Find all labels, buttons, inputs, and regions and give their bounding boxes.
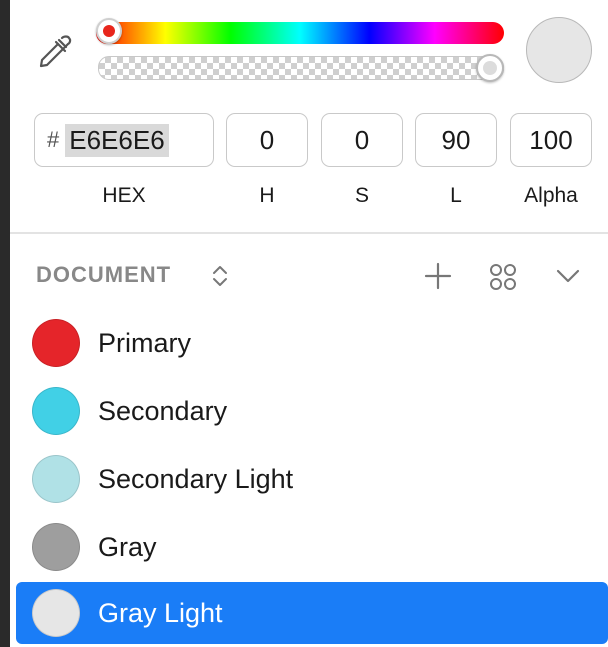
alpha-value[interactable]: 100 [529, 125, 572, 156]
saturation-label: S [354, 184, 369, 207]
color-preview-swatch [526, 17, 592, 83]
hex-input[interactable]: # E6E6E6 [34, 113, 214, 167]
hash-symbol: # [47, 127, 60, 152]
hue-input[interactable]: 0 [226, 113, 308, 167]
sort-toggle-icon[interactable] [210, 262, 230, 290]
saturation-value[interactable]: 0 [355, 125, 369, 156]
lightness-label: L [450, 184, 462, 207]
alpha-slider[interactable] [98, 56, 504, 80]
color-picker-panel: # E6E6E6 0 0 90 100 HEX H S L Alpha DOCU… [10, 0, 608, 647]
lightness-input[interactable]: 90 [415, 113, 497, 167]
swatch-row-primary[interactable]: Primary [16, 312, 608, 374]
swatch-name: Gray [98, 531, 157, 562]
hue-value[interactable]: 0 [260, 125, 274, 156]
eyedropper-icon[interactable] [34, 32, 74, 72]
document-section-title[interactable]: DOCUMENT [36, 262, 171, 288]
swatch-color-dot [32, 589, 80, 637]
swatch-color-dot [32, 319, 80, 367]
hex-value[interactable]: E6E6E6 [65, 123, 169, 157]
plus-icon[interactable] [424, 262, 452, 290]
swatch-color-dot [32, 387, 80, 435]
swatch-color-dot [32, 523, 80, 571]
hue-label: H [259, 184, 275, 207]
lightness-value[interactable]: 90 [442, 125, 471, 156]
chevron-down-icon[interactable] [554, 266, 582, 286]
swatch-row-secondary[interactable]: Secondary [16, 380, 608, 442]
hue-slider[interactable] [96, 22, 504, 44]
alpha-input[interactable]: 100 [510, 113, 592, 167]
swatch-row-gray[interactable]: Gray [16, 516, 608, 578]
saturation-input[interactable]: 0 [321, 113, 403, 167]
hue-slider-handle[interactable] [96, 18, 122, 44]
swatch-name: Gray Light [98, 597, 223, 628]
hex-label: HEX [102, 184, 146, 207]
swatch-color-dot [32, 455, 80, 503]
alpha-label: Alpha [524, 184, 578, 207]
swatch-row-secondary-light[interactable]: Secondary Light [16, 448, 608, 510]
grid-view-icon[interactable] [488, 262, 518, 292]
swatch-row-gray-light[interactable]: Gray Light [16, 582, 608, 644]
swatch-name: Primary [98, 327, 191, 358]
section-divider [10, 232, 608, 234]
swatch-name: Secondary Light [98, 463, 294, 494]
swatch-name: Secondary [98, 395, 228, 426]
alpha-slider-handle[interactable] [476, 54, 504, 82]
window-edge [0, 0, 10, 647]
